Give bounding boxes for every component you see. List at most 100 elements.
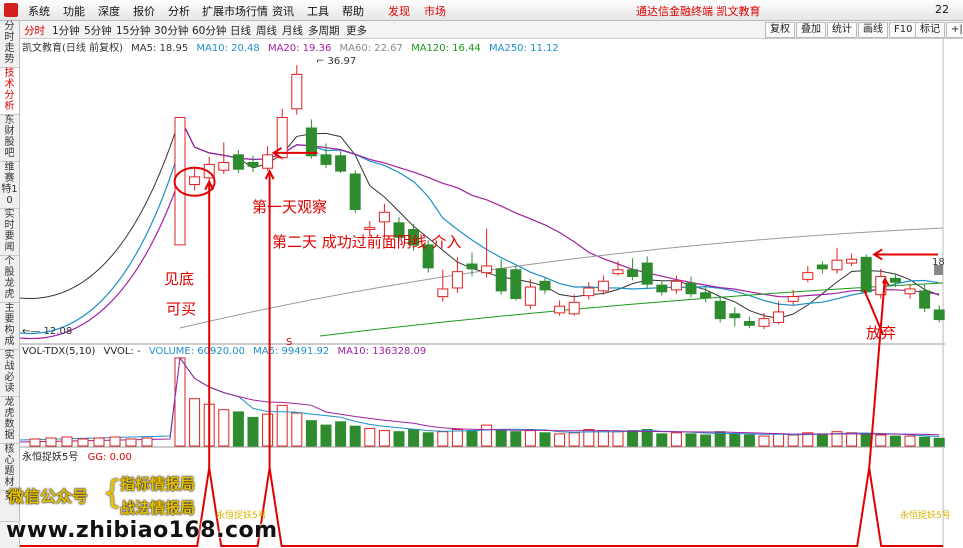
high-price-label: ⌐ 36.97 — [316, 56, 356, 67]
tab-1min[interactable]: 1分钟 — [52, 23, 80, 38]
tab-weekly[interactable]: 周线 — [256, 23, 277, 38]
candle-body — [670, 280, 682, 291]
candle-body — [335, 155, 347, 172]
volume-bar — [291, 412, 303, 447]
f10-button[interactable]: F10 — [889, 22, 918, 38]
menu-analysis[interactable]: 分析 — [168, 3, 190, 19]
candle-body — [919, 290, 931, 309]
stats-button[interactable]: 统计 — [827, 22, 857, 38]
menu-depth[interactable]: 深度 — [98, 3, 120, 19]
sidebar-item-forum[interactable]: 东财股吧 — [0, 115, 19, 162]
volume-bar — [495, 429, 507, 447]
volume-bar — [262, 413, 274, 447]
sidebar-item-must-read[interactable]: 实战必读 — [0, 350, 19, 397]
volume-bar — [93, 437, 105, 447]
volume-bar — [393, 431, 405, 447]
tab-timeshare[interactable]: 分时 — [24, 23, 45, 38]
menu-tools[interactable]: 工具 — [307, 3, 329, 19]
volume-bar — [787, 434, 799, 447]
candle-body — [641, 262, 653, 285]
menu-system[interactable]: 系统 — [28, 3, 50, 19]
volume-bar — [743, 434, 755, 447]
vol-ma10-line — [20, 356, 940, 443]
volume-bar — [860, 433, 872, 447]
volume-bar — [451, 429, 463, 447]
current-price-marker — [934, 265, 943, 275]
watermark-url: www.zhibiao168.com — [6, 518, 278, 543]
ma20-line — [20, 117, 940, 340]
volume-bar — [45, 437, 57, 447]
volume-bar — [349, 425, 361, 447]
tab-5min[interactable]: 5分钟 — [84, 23, 112, 38]
menu-help[interactable]: 帮助 — [342, 3, 364, 19]
menu-news[interactable]: 资讯 — [272, 3, 294, 19]
volume-bar — [700, 434, 712, 447]
menu-quote[interactable]: 报价 — [133, 3, 155, 19]
menu-function[interactable]: 功能 — [63, 3, 85, 19]
volume-bar — [305, 420, 317, 447]
kline-chart[interactable]: ⌐ 36.97←— 12.0818 — [20, 38, 945, 548]
volume-bar — [232, 411, 244, 447]
volume-bar — [758, 435, 770, 447]
left-sidebar: 分时走势 技术分析 东财股吧 维赛特10 实时要闻 个股龙虎 主要构成 实战必读… — [0, 21, 20, 548]
mark-button[interactable]: 标记 — [915, 22, 945, 38]
menu-discover[interactable]: 发现 — [388, 3, 410, 19]
sidebar-item-news[interactable]: 实时要闻 — [0, 209, 19, 256]
volume-bar — [125, 438, 137, 447]
sidebar-item-timeshare[interactable]: 分时走势 — [0, 21, 19, 68]
volume-bar — [320, 424, 332, 447]
candle-body — [846, 258, 858, 264]
candle-body — [218, 161, 230, 171]
s-mark: S — [286, 337, 293, 348]
sidebar-item-dragon-tiger[interactable]: 个股龙虎 — [0, 256, 19, 303]
tab-15min[interactable]: 15分钟 — [116, 23, 150, 38]
candle-body — [189, 176, 201, 186]
candle-body — [656, 284, 668, 293]
sidebar-item-composition[interactable]: 主要构成 — [0, 303, 19, 350]
candle-body — [831, 259, 843, 271]
indicator-tag-left: 永恒捉妖5号 — [216, 511, 267, 521]
watermark-label: 微信公众号 — [8, 487, 89, 506]
tab-30min[interactable]: 30分钟 — [154, 23, 188, 38]
volume-bar — [335, 421, 347, 447]
volume-bar — [685, 433, 697, 447]
volume-bar — [729, 433, 741, 447]
volume-bar — [218, 409, 230, 447]
tab-60min[interactable]: 60分钟 — [192, 23, 226, 38]
app-logo-icon — [4, 3, 18, 17]
candle-body — [787, 296, 799, 302]
adjust-button[interactable]: 复权 — [765, 22, 795, 38]
candle-body — [612, 269, 624, 275]
candle-body — [889, 277, 901, 283]
volume-bar — [77, 438, 89, 447]
candle-body — [568, 301, 580, 315]
tab-monthly[interactable]: 月线 — [282, 23, 303, 38]
volume-bar — [510, 431, 522, 447]
candle-body — [364, 227, 376, 231]
volume-bar — [378, 430, 390, 447]
draw-line-button[interactable]: 画线 — [858, 22, 888, 38]
annotation-day-two: 第二天 成功过前面阴线 介入 — [272, 233, 462, 251]
overlay-button[interactable]: 叠加 — [796, 22, 826, 38]
indicator-tag-right: 永恒捉妖5号 — [900, 511, 951, 521]
candle-body — [495, 268, 507, 292]
candle-body — [174, 116, 186, 246]
annotation-bottom: 见底 — [164, 270, 195, 288]
candle-body — [597, 280, 609, 292]
tab-more[interactable]: 更多 — [346, 23, 367, 38]
candle-body — [510, 269, 522, 300]
menu-extended-market[interactable]: 扩展市场行情 — [202, 3, 268, 19]
candle-body — [524, 286, 536, 306]
sidebar-item-vsat[interactable]: 维赛特10 — [0, 162, 19, 209]
candle-body — [291, 73, 303, 110]
volume-bar — [816, 433, 828, 447]
menu-market[interactable]: 市场 — [424, 3, 446, 19]
expand-button[interactable]: +| — [946, 22, 963, 38]
volume-bar — [670, 432, 682, 447]
volume-bar — [174, 357, 186, 447]
candle-body — [904, 288, 916, 295]
sidebar-item-technical[interactable]: 技术分析 — [0, 68, 19, 115]
tab-daily[interactable]: 日线 — [230, 23, 251, 38]
sidebar-item-dragon-data[interactable]: 龙虎数据 — [0, 397, 19, 444]
tab-multi-period[interactable]: 多周期 — [308, 23, 340, 38]
